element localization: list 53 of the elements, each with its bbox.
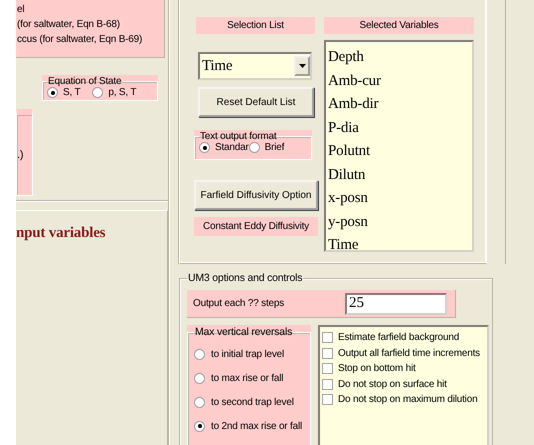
output-steps-label: Output each ?? steps (193, 298, 284, 309)
formula-text: ccus (for saltwater, Eqn B-69) (17, 33, 144, 47)
section-heading: nput variables (16, 225, 106, 241)
radio-button[interactable] (248, 142, 260, 153)
list-item[interactable]: Depth (328, 46, 472, 70)
variable-dropdown[interactable]: Time (198, 52, 312, 80)
radio-label: p, S, T (108, 87, 136, 98)
selected-variables-list[interactable]: Depth Amb-cur Amb-dir P-dia Polutnt Dilutn x-posn y-posn Time (324, 40, 474, 252)
checkbox[interactable] (322, 363, 333, 374)
list-item[interactable]: Polutnt (328, 140, 472, 164)
selected-variables-label: Selected Variables (324, 17, 474, 34)
radio-label: Brief (264, 142, 284, 153)
formula-text: el (17, 3, 26, 17)
group-title: Text output format (199, 131, 278, 142)
list-item[interactable]: x-posn (328, 187, 472, 210)
panel-text: .) (17, 149, 24, 161)
farfield-diffusivity-button[interactable]: Farfield Diffusivity Option (194, 180, 318, 210)
checkbox[interactable] (322, 332, 333, 344)
list-item[interactable]: Dilutn (328, 164, 472, 187)
radio-label: S, T (63, 87, 80, 98)
checkbox-label: Do not stop on maximum dilution (338, 394, 478, 406)
list-item[interactable]: Amb-cur (328, 70, 472, 93)
list-item[interactable]: P-dia (328, 116, 472, 140)
checkbox-label: Output all farfield time increments (338, 348, 480, 359)
radio-button[interactable] (194, 348, 205, 360)
radio-label: to max rise or fall (211, 372, 284, 384)
group-title: Equation of State (47, 76, 122, 87)
radio-label: to 2nd max rise or fall (211, 420, 302, 432)
diffusivity-label: Constant Eddy Diffusivity (194, 217, 318, 236)
radio-button[interactable] (92, 87, 104, 98)
formula-text: (for saltwater, Eqn B-68) (17, 18, 121, 32)
checkbox[interactable] (322, 378, 333, 390)
radio-button[interactable] (194, 396, 205, 408)
radio-button[interactable] (47, 87, 58, 98)
checkbox[interactable] (322, 348, 333, 359)
selection-list-label: Selection List (196, 17, 315, 34)
dropdown-arrow-icon (298, 64, 306, 68)
checkbox[interactable] (322, 394, 333, 406)
checkbox-label: Do not stop on surface hit (338, 378, 447, 390)
radio-label: Standar (215, 142, 249, 153)
group-title: Max vertical reversals (194, 327, 294, 338)
output-steps-input[interactable]: 25 (345, 292, 447, 314)
radio-button[interactable] (199, 142, 210, 153)
group-title: UM3 options and controls (187, 272, 304, 284)
reset-default-list-button[interactable]: Reset Default List (198, 87, 314, 117)
radio-label: to second trap level (211, 396, 294, 408)
list-item[interactable]: y-posn (328, 210, 472, 234)
radio-label: to initial trap level (211, 348, 284, 360)
radio-button[interactable] (194, 420, 205, 432)
checkbox-label: Stop on bottom hit (338, 363, 416, 374)
checkbox-label: Estimate farfield background (338, 332, 460, 344)
radio-button[interactable] (194, 372, 205, 384)
list-item[interactable]: Amb-dir (328, 93, 472, 116)
